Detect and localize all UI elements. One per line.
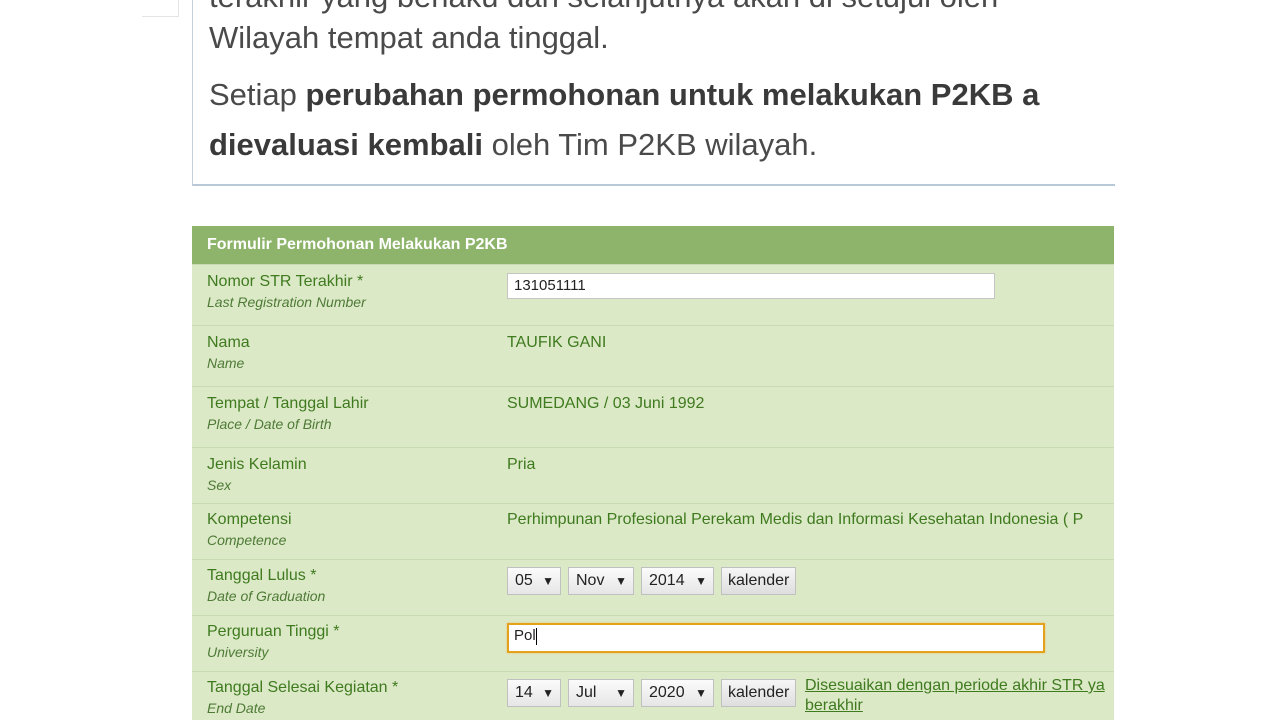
birth-label-id: Tempat / Tanggal Lahir xyxy=(207,395,369,412)
triangle-down-icon: ▼ xyxy=(542,686,554,700)
graduation-year-select[interactable]: 2014 ▼ xyxy=(641,567,714,595)
str-label: Nomor STR Terakhir * Last Registration Nu… xyxy=(207,272,366,312)
university-label: Perguruan Tinggi * University xyxy=(207,622,340,662)
university-label-id: Perguruan Tinggi * xyxy=(207,623,340,640)
end-date-label: Tanggal Selesai Kegiatan * End Date xyxy=(207,678,398,718)
university-input-value: Pol xyxy=(514,627,536,644)
graduation-calendar-button[interactable]: kalender xyxy=(721,567,797,595)
notice-line-2: Wilayah tempat anda tinggal. xyxy=(209,20,609,55)
name-label-en: Name xyxy=(207,355,245,371)
end-year-value: 2020 xyxy=(649,684,685,701)
sex-label-id: Jenis Kelamin xyxy=(207,456,307,473)
end-date-label-en: End Date xyxy=(207,700,266,716)
str-number-input[interactable]: 131051111 xyxy=(507,273,995,299)
str-label-id: Nomor STR Terakhir * xyxy=(207,273,364,290)
triangle-down-icon: ▼ xyxy=(542,574,554,588)
row-str: Nomor STR Terakhir * Last Registration Nu… xyxy=(192,264,1114,326)
graduation-day-select[interactable]: 05 ▼ xyxy=(507,567,561,595)
name-label: Nama Name xyxy=(207,333,250,373)
graduation-month-select[interactable]: Nov ▼ xyxy=(568,567,634,595)
end-month-value: Jul xyxy=(576,684,597,701)
end-day-select[interactable]: 14 ▼ xyxy=(507,679,561,707)
notice-line-3-text: Setiap xyxy=(209,77,306,112)
university-input[interactable]: Pol xyxy=(507,623,1045,653)
end-date-hint-line-1: Disesuaikan dengan periode akhir STR ya xyxy=(805,677,1105,694)
graduation-label-id: Tanggal Lulus * xyxy=(207,567,317,584)
sex-label: Jenis Kelamin Sex xyxy=(207,455,307,495)
competence-label: Kompetensi Competence xyxy=(207,510,292,550)
notice-line-3: Setiap perubahan permohonan untuk melaku… xyxy=(209,70,1039,120)
notice-line-4-text: oleh Tim P2KB wilayah. xyxy=(482,127,818,162)
notice-panel: terakhir yang berlaku dan selanjutnya ak… xyxy=(192,0,1115,186)
row-end-date: Tanggal Selesai Kegiatan * End Date 14 ▼ J… xyxy=(192,671,1114,720)
end-date-hint-link[interactable]: Disesuaikan dengan periode akhir STR ya b… xyxy=(805,676,1105,716)
graduation-label-en: Date of Graduation xyxy=(207,588,326,604)
row-name: Nama Name TAUFIK GANI xyxy=(192,325,1114,387)
str-label-en: Last Registration Number xyxy=(207,294,366,310)
row-sex: Jenis Kelamin Sex Pria xyxy=(192,447,1114,504)
triangle-down-icon: ▼ xyxy=(695,686,707,700)
page-corner-tab xyxy=(142,0,179,17)
birth-label: Tempat / Tanggal Lahir Place / Date of Bi… xyxy=(207,394,369,434)
birth-label-en: Place / Date of Birth xyxy=(207,416,332,432)
graduation-year-value: 2014 xyxy=(649,572,685,589)
competence-value: Perhimpunan Profesional Perekam Medis da… xyxy=(507,511,1084,528)
name-value: TAUFIK GANI xyxy=(507,334,607,351)
graduation-label: Tanggal Lulus * Date of Graduation xyxy=(207,566,325,606)
end-year-select[interactable]: 2020 ▼ xyxy=(641,679,714,707)
end-date-hint-line-2: berakhir xyxy=(805,697,863,714)
form-title: Formulir Permohonan Melakukan P2KB xyxy=(192,226,1114,265)
end-day-value: 14 xyxy=(515,684,533,701)
row-competence: Kompetensi Competence Perhimpunan Profesi… xyxy=(192,503,1114,560)
triangle-down-icon: ▼ xyxy=(615,574,627,588)
notice-line-4-bold: dievaluasi kembali xyxy=(209,127,483,162)
end-month-select[interactable]: Jul ▼ xyxy=(568,679,634,707)
end-calendar-button[interactable]: kalender xyxy=(721,679,797,707)
graduation-month-value: Nov xyxy=(576,572,605,589)
text-caret xyxy=(535,627,537,645)
birth-value: SUMEDANG / 03 Juni 1992 xyxy=(507,395,705,412)
end-date-label-id: Tanggal Selesai Kegiatan * xyxy=(207,679,399,696)
row-university: Perguruan Tinggi * University Pol xyxy=(192,615,1114,672)
graduation-day-value: 05 xyxy=(515,572,533,589)
triangle-down-icon: ▼ xyxy=(615,686,627,700)
sex-label-en: Sex xyxy=(207,477,232,493)
triangle-down-icon: ▼ xyxy=(695,574,707,588)
university-label-en: University xyxy=(207,644,269,660)
row-birth: Tempat / Tanggal Lahir Place / Date of Bi… xyxy=(192,386,1114,448)
notice-line-4: dievaluasi kembali oleh Tim P2KB wilayah… xyxy=(209,120,817,170)
name-label-id: Nama xyxy=(207,334,250,351)
competence-label-en: Competence xyxy=(207,532,287,548)
sex-value: Pria xyxy=(507,456,536,473)
competence-label-id: Kompetensi xyxy=(207,511,292,528)
p2kb-form: Formulir Permohonan Melakukan P2KB Nomor… xyxy=(192,226,1114,720)
row-graduation: Tanggal Lulus * Date of Graduation 05 ▼ No… xyxy=(192,559,1114,616)
notice-line-3-bold: perubahan permohonan untuk melakukan P2K… xyxy=(305,77,1040,112)
